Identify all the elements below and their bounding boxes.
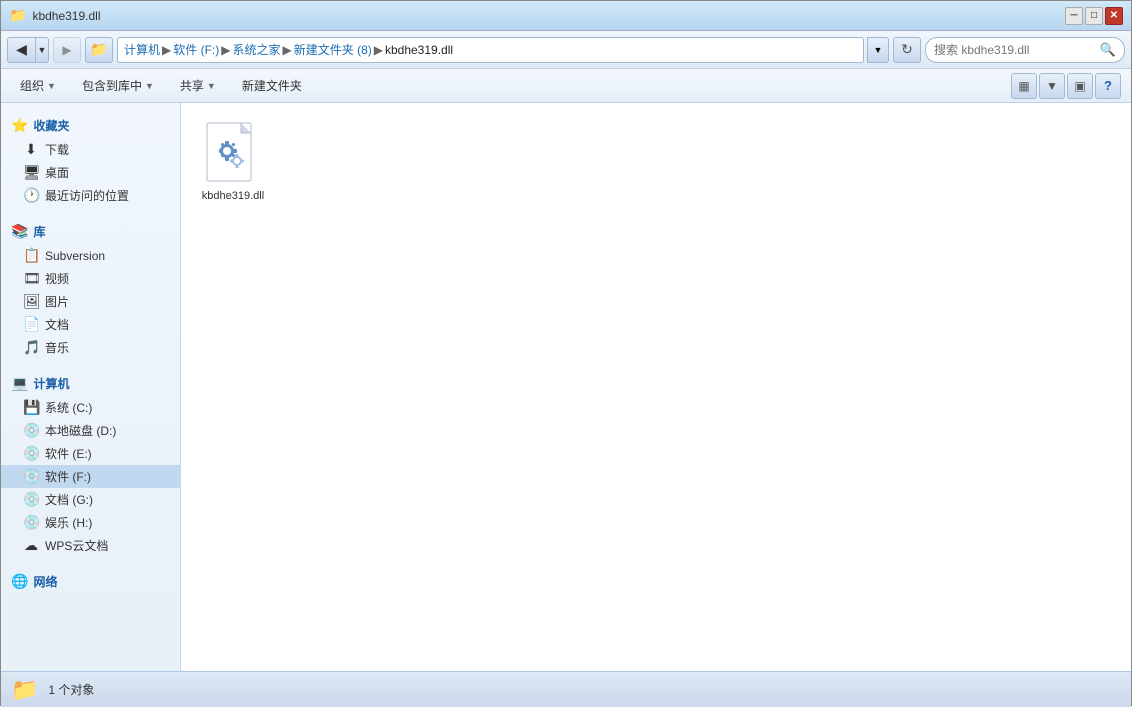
desktop-icon: 🖥: [23, 164, 39, 181]
refresh-button[interactable]: ↻: [893, 37, 921, 63]
drive-c-icon: 💾: [23, 399, 39, 416]
breadcrumb-folder1[interactable]: 系统之家: [232, 41, 280, 58]
drive-h-icon: 💿: [23, 514, 39, 531]
view-dropdown-button[interactable]: ▼: [1039, 73, 1065, 99]
title-buttons: ─ □ ✕: [1065, 7, 1123, 25]
breadcrumb-folder2[interactable]: 新建文件夹 (8): [294, 41, 372, 58]
minimize-button[interactable]: ─: [1065, 7, 1083, 25]
subversion-icon: 📋: [23, 247, 39, 264]
drive-d-icon: 💿: [23, 422, 39, 439]
library-icon: 📚: [11, 223, 28, 240]
documents-icon: 📄: [23, 316, 39, 333]
status-bar: 📁 1 个对象: [1, 671, 1131, 707]
file-label: kbdhe319.dll: [202, 189, 264, 203]
sidebar-item-drive-f[interactable]: 💿 软件 (F:): [1, 465, 180, 488]
up-button[interactable]: 📁: [85, 37, 113, 63]
maximize-button[interactable]: □: [1085, 7, 1103, 25]
library-button[interactable]: 包含到库中 ▼: [73, 73, 163, 99]
search-box[interactable]: 🔍: [925, 37, 1125, 63]
help-button[interactable]: ?: [1095, 73, 1121, 99]
music-icon: 🎵: [23, 339, 39, 356]
drive-g-icon: 💿: [23, 491, 39, 508]
pictures-icon: 🖼: [23, 293, 39, 310]
close-button[interactable]: ✕: [1105, 7, 1123, 25]
toolbar: 组织 ▼ 包含到库中 ▼ 共享 ▼ 新建文件夹 ▦ ▼ ▣ ?: [1, 69, 1131, 103]
sidebar: ⭐ 收藏夹 ⬇ 下载 🖥 桌面 🕐 最近访问的位置 📚 库 📋 Subversi…: [1, 103, 181, 671]
dll-file-icon: [205, 121, 261, 185]
cloud-icon: ☁: [23, 537, 39, 554]
forward-button[interactable]: ▶: [53, 37, 81, 63]
main-area: ⭐ 收藏夹 ⬇ 下载 🖥 桌面 🕐 最近访问的位置 📚 库 📋 Subversi…: [1, 103, 1131, 671]
view-controls: ▦ ▼ ▣ ?: [1011, 73, 1121, 99]
sidebar-item-drive-d[interactable]: 💿 本地磁盘 (D:): [1, 419, 180, 442]
window-icon: 📁: [9, 7, 26, 24]
new-folder-button[interactable]: 新建文件夹: [233, 73, 311, 99]
drive-f-icon: 💿: [23, 468, 39, 485]
sidebar-item-pictures[interactable]: 🖼 图片: [1, 290, 180, 313]
sidebar-section-favorites: ⭐ 收藏夹: [1, 111, 180, 138]
organize-button[interactable]: 组织 ▼: [11, 73, 65, 99]
title-bar: 📁 kbdhe319.dll ─ □ ✕: [1, 1, 1131, 31]
video-icon: 🎞: [23, 270, 39, 287]
sidebar-item-recent[interactable]: 🕐 最近访问的位置: [1, 184, 180, 207]
breadcrumb-drive[interactable]: 软件 (F:): [173, 41, 219, 58]
computer-icon: 💻: [11, 375, 28, 392]
search-icon[interactable]: 🔍: [1100, 42, 1116, 58]
sidebar-item-drive-g[interactable]: 💿 文档 (G:): [1, 488, 180, 511]
back-dropdown-button[interactable]: ▼: [35, 37, 49, 63]
sidebar-item-download[interactable]: ⬇ 下载: [1, 138, 180, 161]
address-path[interactable]: 计算机 ▶ 软件 (F:) ▶ 系统之家 ▶ 新建文件夹 (8) ▶ kbdhe…: [117, 37, 864, 63]
network-icon: 🌐: [11, 573, 28, 590]
sidebar-item-wps-cloud[interactable]: ☁ WPS云文档: [1, 534, 180, 557]
sidebar-section-library: 📚 库: [1, 217, 180, 244]
sidebar-item-video[interactable]: 🎞 视频: [1, 267, 180, 290]
sidebar-item-drive-e[interactable]: 💿 软件 (E:): [1, 442, 180, 465]
share-button[interactable]: 共享 ▼: [171, 73, 225, 99]
content-area: kbdhe319.dll: [181, 103, 1131, 671]
window-title: kbdhe319.dll: [32, 9, 100, 23]
file-item-kbdhe319[interactable]: kbdhe319.dll: [193, 115, 273, 209]
search-input[interactable]: [934, 43, 1096, 57]
title-bar-left: 📁 kbdhe319.dll: [9, 7, 101, 24]
status-text: 1 个对象: [48, 681, 94, 698]
breadcrumb-current: kbdhe319.dll: [385, 43, 453, 57]
sidebar-section-network: 🌐 网络: [1, 567, 180, 594]
sidebar-item-documents[interactable]: 📄 文档: [1, 313, 180, 336]
sidebar-item-desktop[interactable]: 🖥 桌面: [1, 161, 180, 184]
sidebar-item-drive-h[interactable]: 💿 娱乐 (H:): [1, 511, 180, 534]
sidebar-item-music[interactable]: 🎵 音乐: [1, 336, 180, 359]
sidebar-item-subversion[interactable]: 📋 Subversion: [1, 244, 180, 267]
sidebar-section-computer: 💻 计算机: [1, 369, 180, 396]
back-button[interactable]: ◀: [7, 37, 35, 63]
drive-e-icon: 💿: [23, 445, 39, 462]
address-dropdown-button[interactable]: ▼: [867, 37, 889, 63]
panel-toggle-button[interactable]: ▣: [1067, 73, 1093, 99]
back-forward-group: ◀ ▼: [7, 37, 49, 63]
view-toggle-button[interactable]: ▦: [1011, 73, 1037, 99]
status-folder-icon: 📁: [11, 677, 38, 703]
recent-icon: 🕐: [23, 187, 39, 204]
download-icon: ⬇: [23, 141, 39, 158]
sidebar-item-drive-c[interactable]: 💾 系统 (C:): [1, 396, 180, 419]
address-bar: ◀ ▼ ▶ 📁 计算机 ▶ 软件 (F:) ▶ 系统之家 ▶ 新建文件夹 (8)…: [1, 31, 1131, 69]
file-icon-wrapper: [201, 121, 265, 185]
breadcrumb-computer[interactable]: 计算机: [124, 41, 160, 58]
favorites-icon: ⭐: [11, 117, 28, 134]
